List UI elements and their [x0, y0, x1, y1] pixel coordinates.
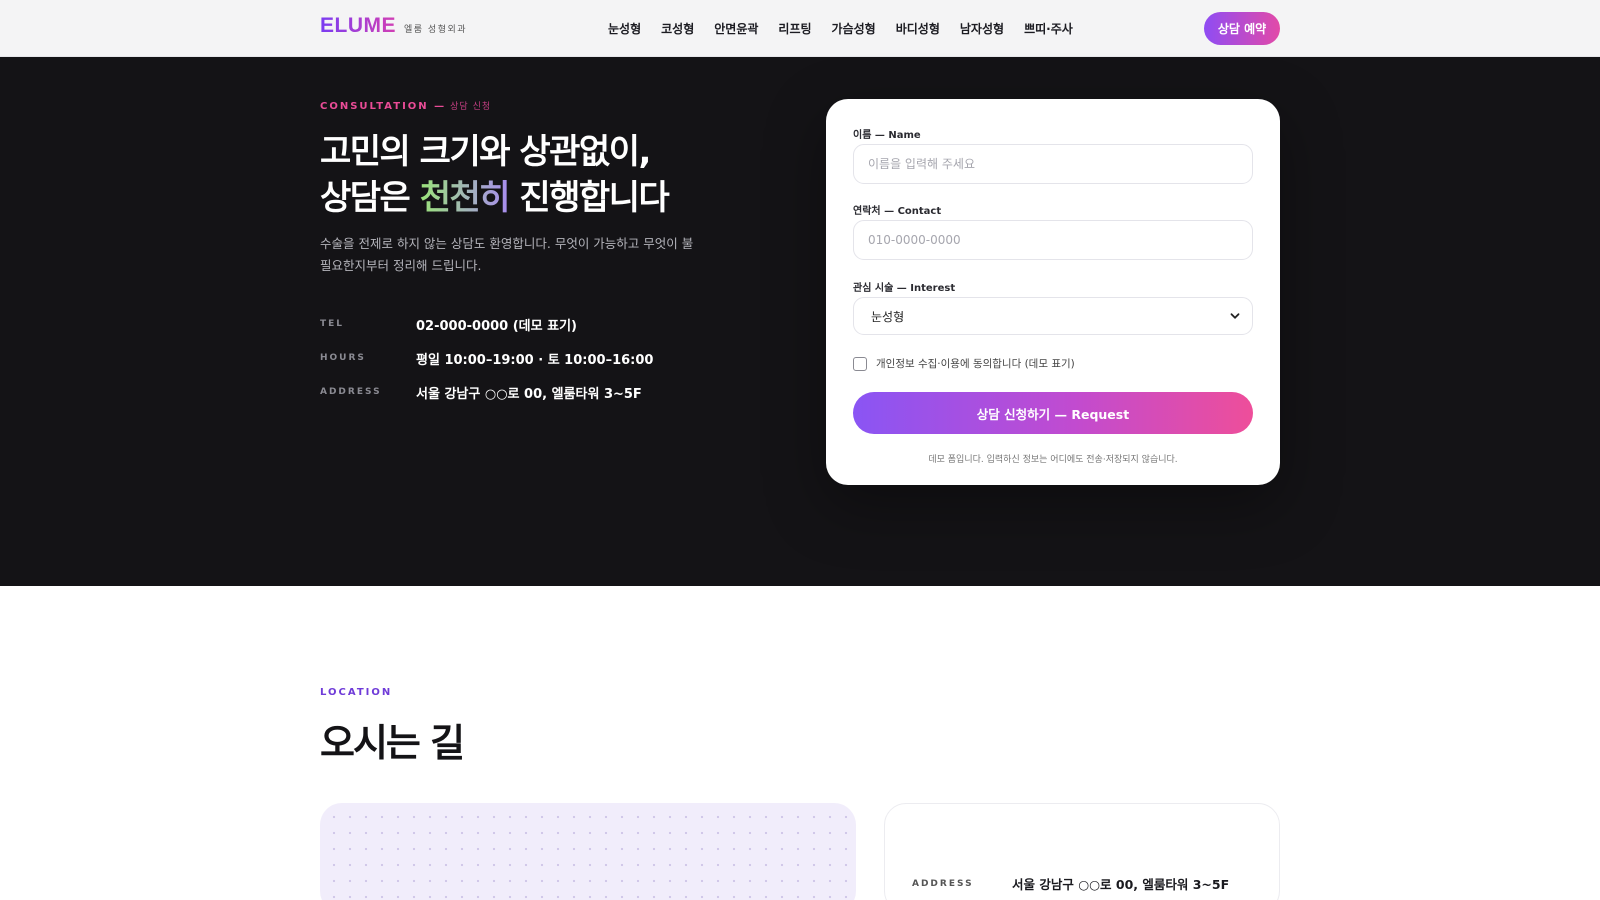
main-nav: 눈성형 코성형 안면윤곽 리프팅 가슴성형 바디성형 남자성형 쁘띠·주사 [608, 20, 1073, 37]
info-key: TEL [320, 319, 345, 329]
nav-item-eye[interactable]: 눈성형 [608, 20, 641, 37]
consultation-form: 이름 — Name 연락처 — Contact 관심 시술 — Interest… [826, 99, 1280, 485]
location-title: 오시는 길 [320, 721, 465, 765]
title-line-1: 고민의 크기와 상관없이, [320, 132, 651, 172]
consent-checkbox[interactable] [853, 356, 867, 371]
contact-label: 연락처 — Contact [853, 206, 942, 217]
logo[interactable]: ELUME 엘룸 성형외과 [320, 14, 467, 38]
consultation-section: CONSULTATION — 상담 신청 고민의 크기와 상관없이, 상담은 천천… [0, 57, 1600, 586]
clinic-info: TEL 02-000-0000 (데모 표기) HOURS 평일 10:00–1… [320, 307, 653, 409]
eyebrow-ko: 상담 신청 [450, 102, 492, 112]
nav-item-nose[interactable]: 코성형 [661, 20, 694, 37]
info-row-address: ADDRESS 서울 강남구 ○○로 00, 엘룸타워 3~5F [320, 375, 653, 409]
nav-item-breast[interactable]: 가슴성형 [832, 20, 876, 37]
interest-selected-value: 눈성형 [871, 309, 905, 324]
logo-subtitle: 엘룸 성형외과 [404, 25, 468, 35]
nav-item-men[interactable]: 남자성형 [960, 20, 1004, 37]
consent-text: 개인정보 수집·이용에 동의합니다 (데모 표기) [876, 358, 1075, 370]
site-header: ELUME 엘룸 성형외과 눈성형 코성형 안면윤곽 리프팅 가슴성형 바디성형… [0, 0, 1600, 57]
title-highlight: 천천히 [419, 178, 511, 218]
nav-item-body[interactable]: 바디성형 [896, 20, 940, 37]
logo-mark: ELUME [320, 14, 396, 37]
consultation-eyebrow: CONSULTATION — 상담 신청 [320, 99, 491, 112]
address-value: 서울 강남구 ○○로 00, 엘룸타워 3~5F [1012, 877, 1230, 892]
info-row-hours: HOURS 평일 10:00–19:00 · 토 10:00–16:00 [320, 341, 653, 375]
submit-request-button[interactable]: 상담 신청하기 — Request [853, 392, 1253, 434]
consultation-description: 수술을 전제로 하지 않는 상담도 환영합니다. 무엇이 가능하고 무엇이 불필… [320, 236, 694, 273]
consent-row: 개인정보 수집·이용에 동의합니다 (데모 표기) [853, 356, 1075, 371]
address-card: ADDRESS 서울 강남구 ○○로 00, 엘룸타워 3~5F [884, 803, 1280, 900]
title-line-2-post: 진행합니다 [509, 178, 669, 218]
info-key: ADDRESS [320, 387, 382, 397]
contact-input[interactable] [853, 220, 1253, 260]
nav-item-lifting[interactable]: 리프팅 [778, 20, 811, 37]
nav-item-facial-contour[interactable]: 안면윤곽 [714, 20, 758, 37]
info-row-tel: TEL 02-000-0000 (데모 표기) [320, 307, 653, 341]
title-line-2-pre: 상담은 [320, 178, 420, 218]
name-input[interactable] [853, 144, 1253, 184]
info-value: 02-000-0000 (데모 표기) [416, 318, 577, 334]
interest-select[interactable]: 눈성형 [853, 297, 1253, 335]
eyebrow-en: CONSULTATION — [320, 101, 447, 112]
consultation-title: 고민의 크기와 상관없이, 상담은 천천히 진행합니다 [320, 129, 670, 221]
consult-booking-button[interactable]: 상담 예약 [1204, 12, 1280, 45]
chevron-down-icon [1230, 313, 1240, 319]
address-key: ADDRESS [912, 878, 974, 889]
info-value: 평일 10:00–19:00 · 토 10:00–16:00 [416, 352, 654, 368]
address-row: ADDRESS 서울 강남구 ○○로 00, 엘룸타워 3~5F [912, 874, 1229, 893]
nav-item-petit[interactable]: 쁘띠·주사 [1024, 20, 1073, 37]
form-note: 데모 폼입니다. 입력하신 정보는 어디에도 전송·저장되지 않습니다. [928, 455, 1178, 465]
info-key: HOURS [320, 353, 366, 363]
location-eyebrow: LOCATION [320, 687, 393, 698]
name-label: 이름 — Name [853, 130, 921, 141]
map-panel[interactable] [320, 803, 856, 900]
info-value: 서울 강남구 ○○로 00, 엘룸타워 3~5F [416, 386, 642, 402]
interest-label: 관심 시술 — Interest [853, 283, 956, 294]
